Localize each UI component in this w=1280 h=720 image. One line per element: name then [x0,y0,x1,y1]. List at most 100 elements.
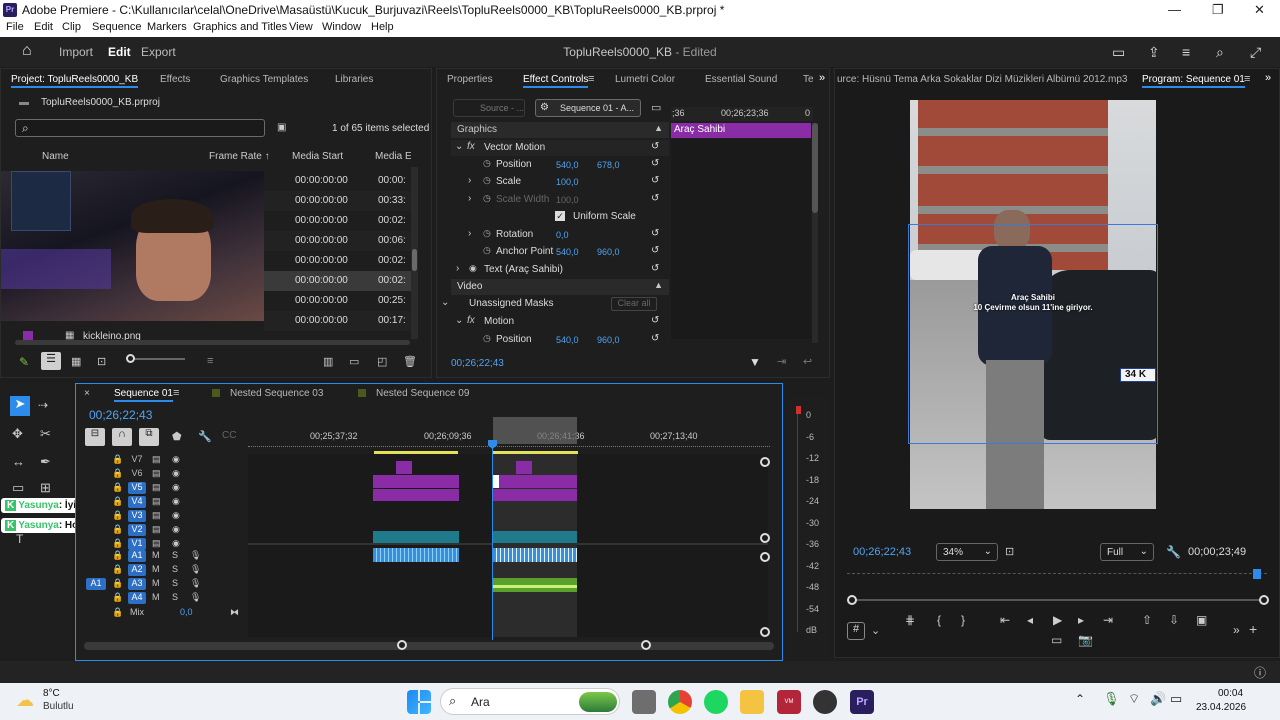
col-name[interactable]: Name [42,151,69,162]
tab-sequence-01[interactable]: Sequence 01 [114,388,173,402]
col-frame-rate[interactable]: Frame Rate ↑ [209,151,270,162]
tab-properties[interactable]: Properties [447,74,493,85]
track-select-icon[interactable]: ⇢ [38,398,48,412]
track-label[interactable]: V4 [128,496,146,508]
mix-value[interactable]: 0,0 [180,607,193,617]
comparison-view-icon[interactable]: ▭ [1051,633,1062,647]
menu-view[interactable]: View [289,21,313,33]
extract-icon[interactable]: ⇩ [1169,613,1179,627]
filter-icon[interactable]: ▼ [749,355,761,369]
more-tabs-icon[interactable]: » [819,72,825,84]
film-icon[interactable]: ▤ [152,538,161,549]
weather-desc[interactable]: Bulutlu [43,701,74,712]
freeform-view-icon[interactable]: ⊡ [97,355,106,368]
add-marker-icon[interactable]: ⋕ [905,613,915,627]
clip-v6-b[interactable] [516,461,532,474]
stopwatch-icon[interactable]: ◷ [483,193,491,204]
lock-icon[interactable]: 🔒 [112,592,123,603]
reset-icon[interactable]: ↺ [651,193,659,204]
ec-row-text-layer[interactable]: › ◉ Text (Araç Sahibi) ↺ [451,262,669,278]
clock-date[interactable]: 23.04.2026 [1196,702,1246,713]
razor-tool-icon[interactable]: ✂ [40,426,51,442]
mute-button[interactable]: M [152,578,160,588]
zoom-slider[interactable] [126,354,185,363]
mic-icon[interactable]: 🎙 [190,550,201,561]
reset-icon[interactable]: ↺ [651,141,659,152]
film-icon[interactable]: ▤ [152,496,161,507]
new-item-icon[interactable]: ◰ [377,355,387,368]
grid-icon[interactable]: # [847,622,865,640]
track-label[interactable]: V2 [128,524,146,536]
volume-icon[interactable]: 🔊 [1150,691,1166,707]
step-forward-icon[interactable]: ▸ [1078,613,1084,627]
timeline-timecode[interactable]: 00;26;22;43 [89,408,152,422]
col-media-end[interactable]: Media End [375,151,411,162]
expand-arrow-icon[interactable]: ⌄ [441,297,449,308]
close-tab-icon[interactable]: × [84,388,90,399]
clock-time[interactable]: 00:04 [1218,688,1243,699]
maximize-icon[interactable]: ❐ [1212,2,1224,18]
lock-icon[interactable]: 🔒 [112,538,123,549]
grid-chevron-icon[interactable]: ⌄ [871,624,880,637]
eye-icon[interactable]: ◉ [172,468,180,479]
collapse-icon[interactable]: ▲ [654,123,663,133]
monitor-ruler[interactable] [847,573,1267,583]
reset-icon[interactable]: ↺ [651,333,659,344]
sort-icon[interactable]: ≡ [207,355,213,367]
tab-nested-sequence-09[interactable]: Nested Sequence 09 [376,388,469,399]
quality-select[interactable]: Full ⌄ [1100,543,1154,561]
reset-icon[interactable]: ↺ [651,158,659,169]
stopwatch-icon[interactable]: ◷ [483,175,491,186]
ec-keyframe-area[interactable] [671,139,811,339]
project-row[interactable]: 00:00:00:00 00:02: [264,251,411,271]
track-label[interactable]: V6 [128,468,146,480]
expand-arrow-icon[interactable]: › [468,193,471,204]
v-scroll-mid-handle[interactable] [760,533,770,543]
collapse-icon[interactable]: ▲ [654,280,663,290]
camera-icon[interactable]: 📷 [1078,633,1093,647]
file-explorer-icon[interactable] [740,690,764,714]
captions-icon[interactable]: CC [222,430,236,441]
more-buttons-icon[interactable]: » [1233,623,1240,637]
lock-icon[interactable]: 🔒 [112,510,123,521]
timeline-h-scroll[interactable] [84,640,774,650]
step-back-icon[interactable]: ◂ [1027,613,1033,627]
task-view-icon[interactable] [632,690,656,714]
ec-row-motion-position[interactable]: ◷ Position 540,0 960,0 ↺ [451,332,669,348]
mic-icon[interactable]: 🎙 [190,564,201,575]
ec-current-time[interactable]: 00;26;22;43 [451,358,504,369]
h-scroll-left-handle[interactable] [397,640,407,650]
taskbar-search[interactable]: ⌕ Ara [440,688,620,715]
windows-start-icon[interactable] [407,690,431,714]
track-label[interactable]: A3 [128,578,146,590]
ec-value-anchor-point-1[interactable]: 540,0 [556,247,579,257]
wifi-icon[interactable]: ⌔ [1128,691,1140,707]
in-out-range[interactable] [493,417,577,444]
h-scrollbar[interactable] [15,340,410,345]
search-input[interactable]: ⌕ [15,119,265,137]
mute-button[interactable]: M [152,550,160,560]
clip-v5-a[interactable] [373,475,459,488]
premiere-taskbar-icon[interactable]: Pr [850,690,874,714]
seq-menu-icon[interactable]: ≡ [173,387,179,399]
expand-arrow-icon[interactable]: › [468,228,471,239]
ec-scrollbar[interactable] [812,123,818,343]
eye-icon[interactable]: ◉ [172,510,180,521]
export-icon[interactable]: ⇥ [777,355,786,368]
eye-icon[interactable]: ◉ [172,538,180,549]
tab-effect-controls[interactable]: Effect Controls [523,74,589,88]
linked-selection-icon[interactable]: ⧉ [139,428,159,446]
ec-row-anchor-point[interactable]: ◷ Anchor Point 540,0 960,0 ↺ [451,244,669,260]
tab-graphics-templates[interactable]: Graphics Templates [220,74,308,85]
return-icon[interactable]: ↩ [803,355,812,368]
play-icon[interactable]: ▶ [1053,613,1062,627]
zoom-start-handle[interactable] [847,595,857,605]
lock-icon[interactable]: 🔒 [112,564,123,575]
expand-arrow-icon[interactable]: ⌄ [455,315,463,326]
eye-icon[interactable]: ◉ [469,263,477,274]
v-scroll-top-handle[interactable] [760,457,770,467]
menu-help[interactable]: Help [371,21,394,33]
clip-v5-b[interactable] [493,475,577,488]
track-label[interactable]: A1 [128,550,146,562]
reset-icon[interactable]: ↺ [651,228,659,239]
